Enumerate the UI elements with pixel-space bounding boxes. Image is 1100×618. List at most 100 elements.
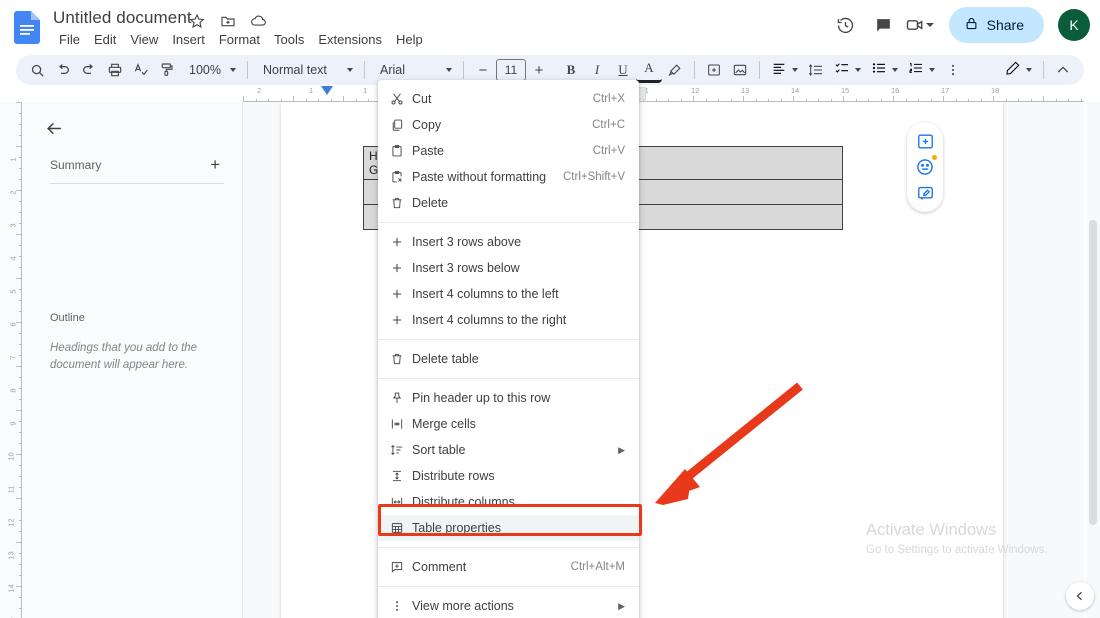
add-comment-icon[interactable] [912,128,938,154]
menu-item-view[interactable]: View [123,30,165,49]
top-right-actions: Share K [829,7,1090,43]
distribute-columns-icon [390,495,412,509]
text-color-button[interactable]: A [636,57,662,83]
more-options-icon[interactable] [940,57,966,83]
submenu-arrow-icon: ▶ [618,601,625,612]
checklist-icon [834,60,850,81]
redo-icon[interactable] [76,57,102,83]
summary-label: Summary [50,158,101,172]
google-docs-icon[interactable] [14,11,40,44]
numbered-list-button[interactable] [903,58,940,82]
insert-link-icon[interactable] [701,57,727,83]
top-bar: Untitled document File Edit View [0,0,1100,55]
paste-plain-icon [390,170,412,184]
lock-icon [964,16,979,34]
context-menu-item-cut[interactable]: CutCtrl+X [378,86,639,112]
context-menu-item-insert-3-rows-below[interactable]: Insert 3 rows below [378,255,639,281]
context-menu-item-label: Copy [412,118,580,132]
context-menu-item-delete[interactable]: Delete [378,190,639,216]
back-arrow-icon[interactable] [40,114,68,142]
horizontal-ruler[interactable]: 2111112131415161718 [243,86,1084,102]
avatar[interactable]: K [1058,9,1090,41]
share-button[interactable]: Share [949,7,1044,43]
comment-history-icon[interactable] [867,8,901,42]
context-menu-item-label: Insert 3 rows above [412,235,625,249]
sidebar-divider [50,183,224,184]
context-menu-item-copy[interactable]: Copy Ctrl+C [378,112,639,138]
merge-cells-icon [390,417,412,431]
chevron-down-icon [926,23,934,27]
ruler-number: 12 [6,518,15,526]
context-menu-item-shortcut: Ctrl+C [592,119,625,131]
context-menu-item-distribute-rows[interactable]: Distribute rows [378,463,639,489]
move-to-folder-icon[interactable] [218,11,237,30]
context-menu-item-insert-3-rows-above[interactable]: Insert 3 rows above [378,229,639,255]
insert-image-icon[interactable] [727,57,753,83]
align-button[interactable] [766,58,803,82]
vertical-scrollbar-track[interactable] [1086,102,1100,618]
chevron-left-icon[interactable] [1066,582,1094,610]
ruler-number: 1 [8,157,17,161]
plus-icon [390,287,412,301]
paragraph-style-select[interactable]: Normal text [254,58,358,82]
search-icon[interactable] [24,57,50,83]
context-menu-divider [378,547,639,548]
plus-icon[interactable]: + [210,156,220,173]
context-menu-item-comment[interactable]: CommentCtrl+Alt+M [378,554,639,580]
print-icon[interactable] [102,57,128,83]
align-left-icon [771,60,787,81]
context-menu-item-shortcut: Ctrl+Alt+M [571,561,625,573]
context-menu-item-view-more-actions[interactable]: View more actions▶ [378,593,639,618]
video-camera-icon[interactable] [905,8,939,42]
menu-item-edit[interactable]: Edit [87,30,123,49]
table-context-menu[interactable]: CutCtrl+X Copy Ctrl+C PasteCtrl+VPaste with… [378,80,639,618]
suggest-edits-icon[interactable] [912,180,938,206]
vertical-ruler[interactable]: 12345678910111213141516 [0,102,22,618]
menu-item-format[interactable]: Format [212,30,267,49]
menu-item-file[interactable]: File [52,30,87,49]
context-menu-item-sort-table[interactable]: Sort table▶ [378,437,639,463]
context-menu-item-table-properties[interactable]: Table properties [378,515,639,541]
context-menu-item-delete-table[interactable]: Delete table [378,346,639,372]
font-size-input[interactable]: 11 [496,59,526,81]
editing-mode-button[interactable] [1000,58,1037,82]
page-title[interactable]: Untitled document [53,8,192,28]
context-menu-item-label: Merge cells [412,417,625,431]
context-menu-item-distribute-columns[interactable]: Distribute columns [378,489,639,515]
ruler-number: 1 [309,86,313,95]
ruler-grip[interactable] [638,87,646,100]
undo-icon[interactable] [50,57,76,83]
context-menu-item-label: Delete table [412,352,625,366]
menu-item-insert[interactable]: Insert [165,30,212,49]
ruler-number: 2 [257,86,261,95]
context-menu-item-paste-without-formatting[interactable]: Paste without formattingCtrl+Shift+V [378,164,639,190]
emoji-reaction-icon[interactable] [912,154,938,180]
distribute-rows-icon [390,469,412,483]
menu-item-tools[interactable]: Tools [267,30,311,49]
checklist-button[interactable] [829,58,866,82]
bulleted-list-button[interactable] [866,58,903,82]
context-menu-item-paste[interactable]: PasteCtrl+V [378,138,639,164]
context-menu-item-merge-cells[interactable]: Merge cells [378,411,639,437]
menu-item-extensions[interactable]: Extensions [311,30,389,49]
indent-marker[interactable] [321,86,333,95]
star-icon[interactable] [187,11,206,30]
outline-label: Outline [50,312,85,324]
context-menu-item-insert-4-columns-to-the-left[interactable]: Insert 4 columns to the left [378,281,639,307]
context-menu-item-label: Delete [412,196,625,210]
paint-format-icon[interactable] [154,57,180,83]
highlight-pen-icon[interactable] [662,57,688,83]
zoom-level-select[interactable]: 100% [180,58,241,82]
context-menu-item-label: Paste [412,144,581,158]
menu-item-help[interactable]: Help [389,30,430,49]
cloud-saved-icon[interactable] [249,11,268,30]
vertical-scrollbar-thumb[interactable] [1089,220,1097,525]
font-family-select[interactable]: Arial [371,58,457,82]
chevron-up-icon[interactable] [1050,57,1076,83]
spellcheck-icon[interactable] [128,57,154,83]
toolbar-divider [364,61,365,79]
context-menu-item-insert-4-columns-to-the-right[interactable]: Insert 4 columns to the right [378,307,639,333]
line-spacing-icon[interactable] [803,57,829,83]
context-menu-item-pin-header-up-to-this-row[interactable]: Pin header up to this row [378,385,639,411]
version-history-icon[interactable] [829,8,863,42]
